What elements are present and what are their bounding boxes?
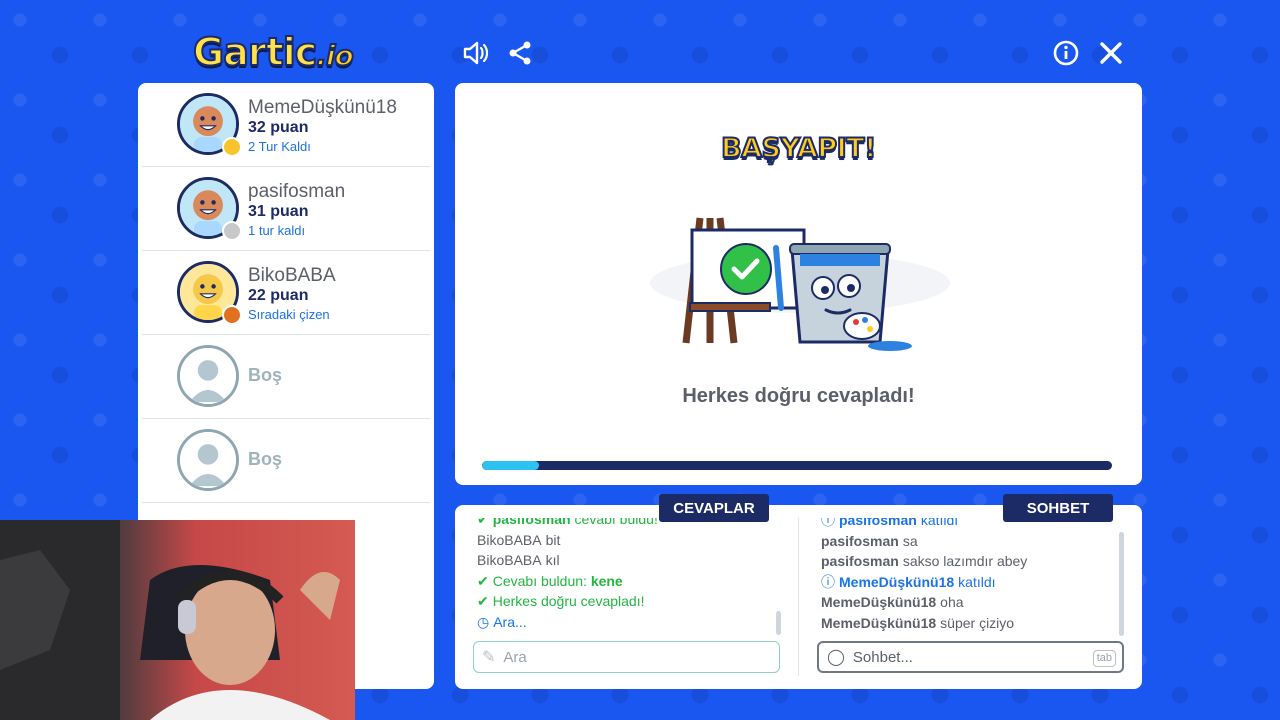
message-user: MemeDüşkünü18	[839, 573, 955, 590]
player-status: Sıradaki çizen	[248, 307, 330, 322]
answers-log: ✔ pasifosman cevabı buldu! BikoBABA bit …	[477, 518, 772, 636]
drawing-board: BAŞYAPIT! Herkes doğru cevapladı!	[455, 83, 1142, 485]
info-icon[interactable]	[1051, 38, 1081, 68]
chat-message: pasifosman sakso lazımdır abey	[821, 551, 1116, 572]
message-user: pasifosman	[492, 518, 571, 527]
player-name: BikoBABA	[248, 265, 336, 286]
tab-key-hint: tab	[1092, 650, 1116, 667]
webcam-overlay	[0, 520, 355, 720]
player-status: 1 tur kaldı	[248, 223, 306, 238]
empty-slot: Boş	[142, 335, 430, 419]
info-small-icon: ⓘ	[821, 573, 835, 590]
player-badge	[222, 221, 242, 241]
answer-message: BikoBABA bit	[477, 530, 772, 551]
answer-input[interactable]: ✎ Ara	[473, 641, 780, 673]
masterpiece-title: BAŞYAPIT!	[720, 132, 877, 165]
message-user: BikoBABA	[477, 531, 542, 548]
message-text: katıldı	[958, 573, 996, 590]
round-timer-fill	[482, 461, 539, 470]
empty-avatar	[177, 429, 239, 491]
message-text: katıldı	[920, 518, 959, 528]
message-text: sa	[902, 532, 918, 549]
message-text: süper çiziyo	[940, 614, 1015, 631]
answer-message: ◷ Ara...	[477, 612, 772, 633]
message-user: MemeDüşkünü18	[821, 614, 937, 631]
clock-icon: ◷	[477, 613, 490, 630]
message-text: kıl	[545, 552, 560, 568]
message-text: sakso lazımdır abey	[902, 553, 1028, 569]
logo-text: Gartic	[192, 29, 318, 75]
player-points: 22 puan	[248, 287, 309, 304]
chat-log: ⓘ pasifosman katıldı pasifosman sa pasif…	[821, 518, 1116, 638]
answer-message: ✔ pasifosman cevabı buldu!	[477, 518, 772, 530]
chat-message: ⓘ MemeDüşkünü18 katıldı	[821, 572, 1116, 593]
masterpiece-illustration	[650, 217, 950, 351]
empty-slot-label: Boş	[248, 365, 283, 385]
chat-bubble-icon: ◯	[827, 649, 845, 666]
player-name: pasifosman	[248, 181, 346, 202]
close-icon[interactable]	[1096, 38, 1126, 68]
round-timer-bar	[482, 461, 1112, 470]
message-answer: kene	[590, 572, 623, 589]
answer-message: ✔ Cevabı buldun: kene	[477, 571, 772, 592]
player-card[interactable]: BikoBABA 22 puan Sıradaki çizen	[142, 251, 430, 335]
sound-icon[interactable]	[460, 38, 490, 68]
check-icon: ✔	[477, 593, 489, 609]
info-small-icon: ⓘ	[821, 518, 835, 528]
message-prefix: Cevabı buldun:	[492, 572, 591, 589]
answer-message: BikoBABA kıl	[477, 550, 772, 571]
player-badge	[222, 305, 242, 325]
round-result: Herkes doğru cevapladı!	[682, 385, 915, 407]
chat-message: MemeDüşkünü18 oha	[821, 592, 1116, 613]
message-user: pasifosman	[839, 518, 917, 528]
gartic-logo: Gartic.io	[192, 29, 355, 75]
empty-slot-label: Boş	[248, 449, 283, 469]
message-text: bit	[545, 531, 561, 548]
message-user: MemeDüşkünü18	[821, 594, 937, 610]
message-user: BikoBABA	[477, 552, 542, 568]
answer-input-placeholder: Ara	[503, 648, 527, 666]
logo-suffix: .io	[315, 38, 355, 73]
message-text: oha	[940, 594, 964, 610]
message-user: pasifosman	[821, 532, 899, 549]
pencil-icon: ✎	[482, 649, 496, 666]
player-card[interactable]: MemeDüşkünü18 32 puan 2 Tur Kaldı	[142, 83, 430, 167]
answers-scrollbar[interactable]	[776, 611, 781, 635]
streamer-video	[0, 520, 340, 720]
empty-avatar	[177, 345, 239, 407]
player-badge	[222, 137, 242, 157]
message-text: Herkes doğru cevapladı!	[492, 593, 645, 609]
player-card[interactable]: pasifosman 31 puan 1 tur kaldı	[142, 167, 430, 251]
chat-scrollbar[interactable]	[1119, 532, 1124, 636]
answer-message: ✔ Herkes doğru cevapladı!	[477, 591, 772, 612]
player-points: 31 puan	[248, 203, 309, 220]
chat-message: pasifosman sa	[821, 531, 1116, 552]
message-text: cevabı buldu!	[574, 518, 658, 527]
player-name: MemeDüşkünü18	[248, 97, 397, 118]
share-icon[interactable]	[505, 38, 535, 68]
check-icon: ✔	[477, 572, 489, 589]
chat-message: MemeDüşkünü18 süper çiziyo	[821, 613, 1116, 634]
message-user: pasifosman	[821, 553, 899, 569]
panel-divider	[798, 518, 799, 676]
check-icon: ✔	[477, 518, 489, 527]
chat-message: ⓘ pasifosman katıldı	[821, 518, 1116, 531]
player-status: 2 Tur Kaldı	[248, 139, 311, 154]
chat-input-placeholder: Sohbet...	[852, 648, 913, 666]
chat-input[interactable]: ◯ Sohbet... tab	[817, 641, 1124, 673]
empty-slot: Boş	[142, 419, 430, 503]
message-text: Ara...	[493, 613, 527, 630]
player-points: 32 puan	[248, 119, 309, 136]
